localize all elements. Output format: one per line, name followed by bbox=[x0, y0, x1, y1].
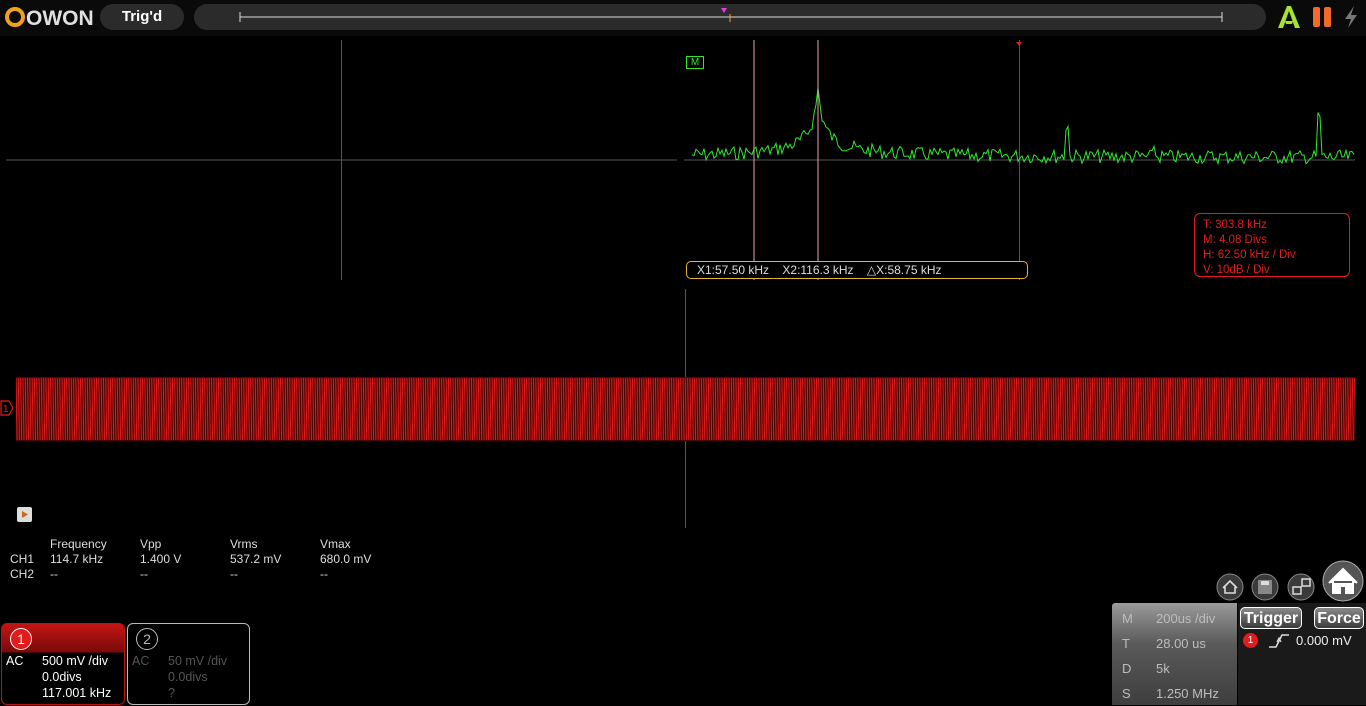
meas-ch1-frequency: 114.7 kHz bbox=[50, 552, 104, 566]
meas-row-ch1-label: CH1 bbox=[10, 552, 35, 566]
ch1-frequency: 117.001 kHz bbox=[42, 686, 112, 700]
home-icon[interactable] bbox=[1322, 560, 1364, 602]
svg-text:OWON: OWON bbox=[26, 7, 94, 30]
meas-ch2-vpp: -- bbox=[140, 567, 148, 581]
fft-horizontal-scale: H: 62.50 kHz / Div bbox=[1203, 249, 1296, 261]
waveform-panel-left bbox=[6, 40, 677, 280]
trigger-source-icon: 1 bbox=[1243, 633, 1258, 648]
meas-header-frequency: Frequency bbox=[50, 537, 107, 551]
ch2-frequency: ? bbox=[168, 686, 175, 700]
ch1-number-icon: 1 bbox=[10, 628, 32, 650]
main-display bbox=[15, 289, 1357, 528]
fft-vertical-scale: V: 10dB / Div bbox=[1203, 264, 1270, 276]
fft-center-freq: T: 303.8 kHz bbox=[1203, 219, 1267, 231]
cursor-delta-value: △X:58.75 kHz bbox=[866, 263, 942, 277]
ch2-scale: 50 mV /div bbox=[168, 654, 228, 668]
owon-logo: OWON bbox=[5, 7, 94, 30]
play-icon[interactable] bbox=[17, 507, 32, 522]
fft-trace bbox=[691, 87, 1355, 166]
pause-icon[interactable] bbox=[1310, 4, 1334, 30]
svg-text:1: 1 bbox=[3, 404, 9, 415]
meas-ch1-vrms: 537.2 mV bbox=[230, 552, 282, 566]
trigger-time-marker-icon bbox=[721, 8, 727, 13]
rising-edge-icon bbox=[1269, 634, 1289, 648]
ch1-coupling: AC bbox=[6, 654, 24, 668]
meas-header-vmax: Vmax bbox=[320, 537, 351, 551]
cursor-readout: X1:57.50 kHz X2:116.3 kHz △X:58.75 kHz bbox=[686, 261, 1028, 279]
meas-row-ch2-label: CH2 bbox=[10, 567, 35, 581]
ch2-number-icon: 2 bbox=[136, 628, 158, 650]
trigger-button[interactable]: Trigger bbox=[1240, 607, 1302, 629]
math-channel-marker: M bbox=[686, 56, 704, 69]
timebase-row-t: T 28.00 us bbox=[1122, 636, 1206, 651]
auto-icon[interactable] bbox=[1276, 4, 1302, 30]
trigger-panel: Trigger Force 1 0.000 mV bbox=[1238, 603, 1366, 705]
home-refresh-icon[interactable] bbox=[1216, 573, 1244, 601]
meas-ch2-vmax: -- bbox=[320, 567, 328, 581]
ch1-offset: 0.0divs bbox=[42, 670, 82, 684]
tool-icons bbox=[1210, 560, 1366, 602]
save-icon[interactable] bbox=[1251, 573, 1279, 601]
force-button[interactable]: Force bbox=[1314, 607, 1364, 629]
meas-ch1-vpp: 1.400 V bbox=[140, 552, 182, 566]
fft-trigger-marker-icon bbox=[1016, 42, 1022, 46]
timebase-row-m: M 200us /div bbox=[1122, 611, 1216, 626]
timebase-row-d: D 5k bbox=[1122, 661, 1170, 676]
timebase-panel[interactable]: M 200us /div T 28.00 us D 5k S 1.250 MHz bbox=[1112, 603, 1237, 705]
ch2-offset: 0.0divs bbox=[168, 670, 208, 684]
fft-position: M: 4.08 Divs bbox=[1203, 234, 1267, 246]
timebase-row-s: S 1.250 MHz bbox=[1122, 686, 1219, 701]
trigger-level: 0.000 mV bbox=[1296, 633, 1352, 648]
ch2-coupling: AC bbox=[132, 654, 150, 668]
timeline-track bbox=[239, 8, 1223, 22]
switch-window-icon[interactable] bbox=[1287, 573, 1315, 601]
meas-ch1-vmax: 680.0 mV bbox=[320, 552, 372, 566]
waveform-panel-main[interactable] bbox=[15, 289, 1357, 528]
cursor-x1-value: X1:57.50 kHz bbox=[697, 263, 770, 277]
memory-timeline-bar[interactable] bbox=[194, 4, 1266, 30]
ch1-settings-box[interactable]: 1 AC 500 mV /div 0.0divs 117.001 kHz bbox=[1, 623, 125, 705]
grid-left bbox=[6, 40, 677, 280]
ch1-scale: 500 mV /div bbox=[42, 654, 109, 668]
trigger-status-badge: Trig'd bbox=[100, 4, 184, 30]
fft-info-box: T: 303.8 kHz M: 4.08 Divs H: 62.50 kHz /… bbox=[1194, 213, 1350, 277]
ch2-settings-box[interactable]: 2 AC 50 mV /div 0.0divs ? bbox=[127, 623, 250, 705]
meas-header-vpp: Vpp bbox=[140, 537, 162, 551]
meas-ch2-vrms: -- bbox=[230, 567, 238, 581]
cursor-x2-value: X2:116.3 kHz bbox=[782, 263, 854, 277]
meas-header-vrms: Vrms bbox=[230, 537, 258, 551]
bolt-icon[interactable] bbox=[1340, 4, 1362, 30]
ch1-level-marker-icon[interactable]: 1 bbox=[0, 400, 14, 416]
meas-ch2-frequency: -- bbox=[50, 567, 58, 581]
